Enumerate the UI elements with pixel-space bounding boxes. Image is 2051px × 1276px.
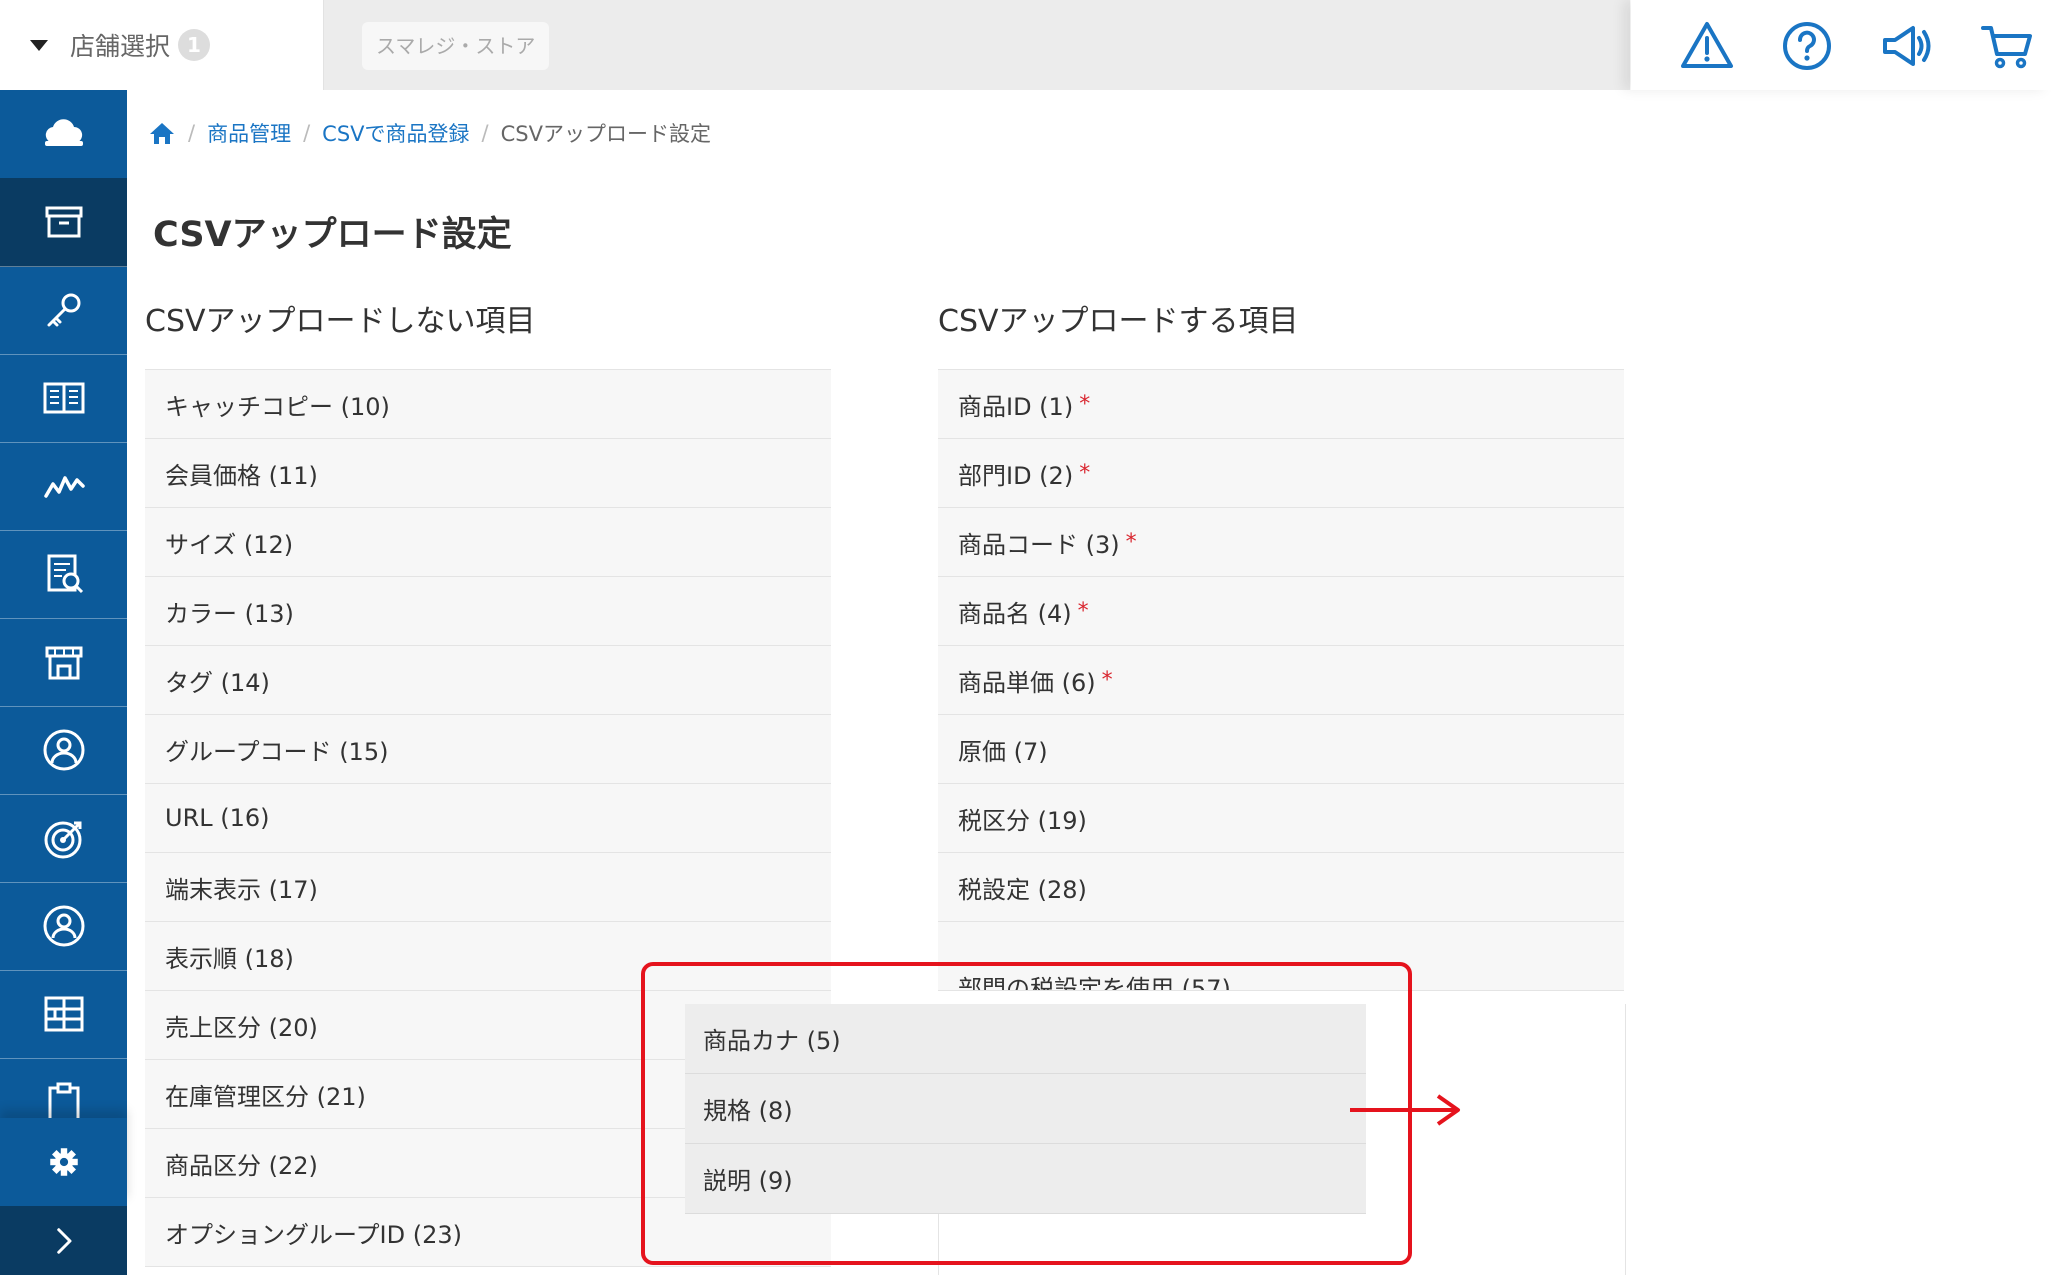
sidebar-item-cloud[interactable] <box>0 90 127 179</box>
highlight-box <box>641 962 1412 1265</box>
sidebar-item-analytics[interactable] <box>0 442 127 531</box>
included-column-title: CSVアップロードする項目 <box>938 304 1299 339</box>
store-select-dropdown[interactable]: 店舗選択 1 <box>0 0 324 90</box>
list-item[interactable]: 税設定 (28) <box>938 853 1624 922</box>
cloud-icon <box>44 119 83 146</box>
book-icon <box>43 382 84 414</box>
list-item[interactable]: タグ (14) <box>145 646 831 715</box>
sidebar-item-grid[interactable] <box>0 970 127 1059</box>
store-count-badge: 1 <box>178 29 211 61</box>
breadcrumb-current: CSVアップロード設定 <box>500 122 711 146</box>
sidebar-item-key[interactable] <box>0 266 127 355</box>
sidebar-expand-button[interactable] <box>0 1206 127 1275</box>
required-mark: * <box>1079 391 1091 417</box>
breadcrumb: / 商品管理 / CSVで商品登録 / CSVアップロード設定 <box>148 116 711 150</box>
breadcrumb-link-product-management[interactable]: 商品管理 <box>207 118 291 148</box>
item-label: 税区分 (19) <box>958 806 1087 835</box>
item-label: 商品ID (1) <box>958 392 1074 421</box>
sidebar-item-store[interactable] <box>0 618 127 707</box>
help-icon[interactable] <box>1779 18 1835 74</box>
item-label: 部門ID (2) <box>958 461 1074 490</box>
required-mark: * <box>1079 460 1091 486</box>
item-label: 商品コード (3) <box>958 530 1120 559</box>
list-item[interactable]: 商品ID (1) * <box>938 370 1624 439</box>
header-icons <box>1631 0 2051 90</box>
item-label: 商品単価 (6) <box>958 668 1096 697</box>
top-bar: 店舗選択 1 スマレジ・ストア <box>0 0 2051 90</box>
list-item[interactable]: 部門ID (2) * <box>938 439 1624 508</box>
item-label: 商品名 (4) <box>958 599 1072 628</box>
megaphone-icon[interactable] <box>1879 18 1935 74</box>
sidebar-item-products[interactable] <box>0 178 127 267</box>
breadcrumb-separator: / <box>188 121 196 145</box>
selected-stores-area: スマレジ・ストア <box>324 0 1630 90</box>
list-item[interactable]: 税区分 (19) <box>938 784 1624 853</box>
list-item[interactable]: 原価 (7) <box>938 715 1624 784</box>
sidebar-item-customers[interactable] <box>0 706 127 795</box>
store-chip[interactable]: スマレジ・ストア <box>362 22 550 70</box>
breadcrumb-link-csv-register[interactable]: CSVで商品登録 <box>322 118 469 148</box>
item-label: 税設定 (28) <box>958 875 1087 904</box>
list-item[interactable]: キャッチコピー (10) <box>145 370 831 439</box>
list-item[interactable]: カラー (13) <box>145 577 831 646</box>
cart-icon[interactable] <box>1979 18 2035 74</box>
sidebar-item-reports[interactable] <box>0 530 127 619</box>
store-icon <box>45 646 82 680</box>
sidebar-item-target[interactable] <box>0 794 127 883</box>
list-item[interactable]: 商品名 (4) * <box>938 577 1624 646</box>
key-icon <box>47 293 80 327</box>
target-icon <box>44 821 81 859</box>
breadcrumb-separator: / <box>481 121 489 145</box>
required-mark: * <box>1125 529 1137 555</box>
chart-icon <box>43 476 85 498</box>
sidebar-item-members[interactable] <box>0 882 127 971</box>
list-item[interactable]: 会員価格 (11) <box>145 439 831 508</box>
list-item[interactable]: 商品単価 (6) * <box>938 646 1624 715</box>
arrow-right-icon <box>1350 1094 1460 1126</box>
settings-button[interactable] <box>0 1118 127 1206</box>
sidebar <box>0 90 127 1275</box>
grid-icon <box>44 996 83 1032</box>
warning-icon[interactable] <box>1679 18 1735 74</box>
list-item[interactable]: グループコード (15) <box>145 715 831 784</box>
list-item[interactable]: URL (16) <box>145 784 831 853</box>
gear-icon <box>49 1148 78 1176</box>
home-icon[interactable] <box>148 119 176 147</box>
caret-down-icon <box>30 39 48 51</box>
item-label: 原価 (7) <box>958 737 1048 766</box>
list-item[interactable]: 端末表示 (17) <box>145 853 831 922</box>
page-title: CSVアップロード設定 <box>153 215 512 255</box>
excluded-column-title: CSVアップロードしない項目 <box>145 304 536 339</box>
required-mark: * <box>1101 667 1113 693</box>
list-item[interactable]: 商品コード (3) * <box>938 508 1624 577</box>
list-item[interactable]: サイズ (12) <box>145 508 831 577</box>
report-icon <box>47 554 83 594</box>
breadcrumb-separator: / <box>303 121 311 145</box>
included-items-list: 商品ID (1) * 部門ID (2) * 商品コード (3) * 商品名 (4) * … <box>938 369 1624 991</box>
sidebar-item-book[interactable] <box>0 354 127 443</box>
chevron-right-icon <box>56 1227 71 1254</box>
store-select-label: 店舗選択 <box>70 32 171 61</box>
member-icon <box>43 905 84 947</box>
archive-icon <box>45 206 82 238</box>
user-icon <box>43 729 84 771</box>
required-mark: * <box>1077 598 1089 624</box>
